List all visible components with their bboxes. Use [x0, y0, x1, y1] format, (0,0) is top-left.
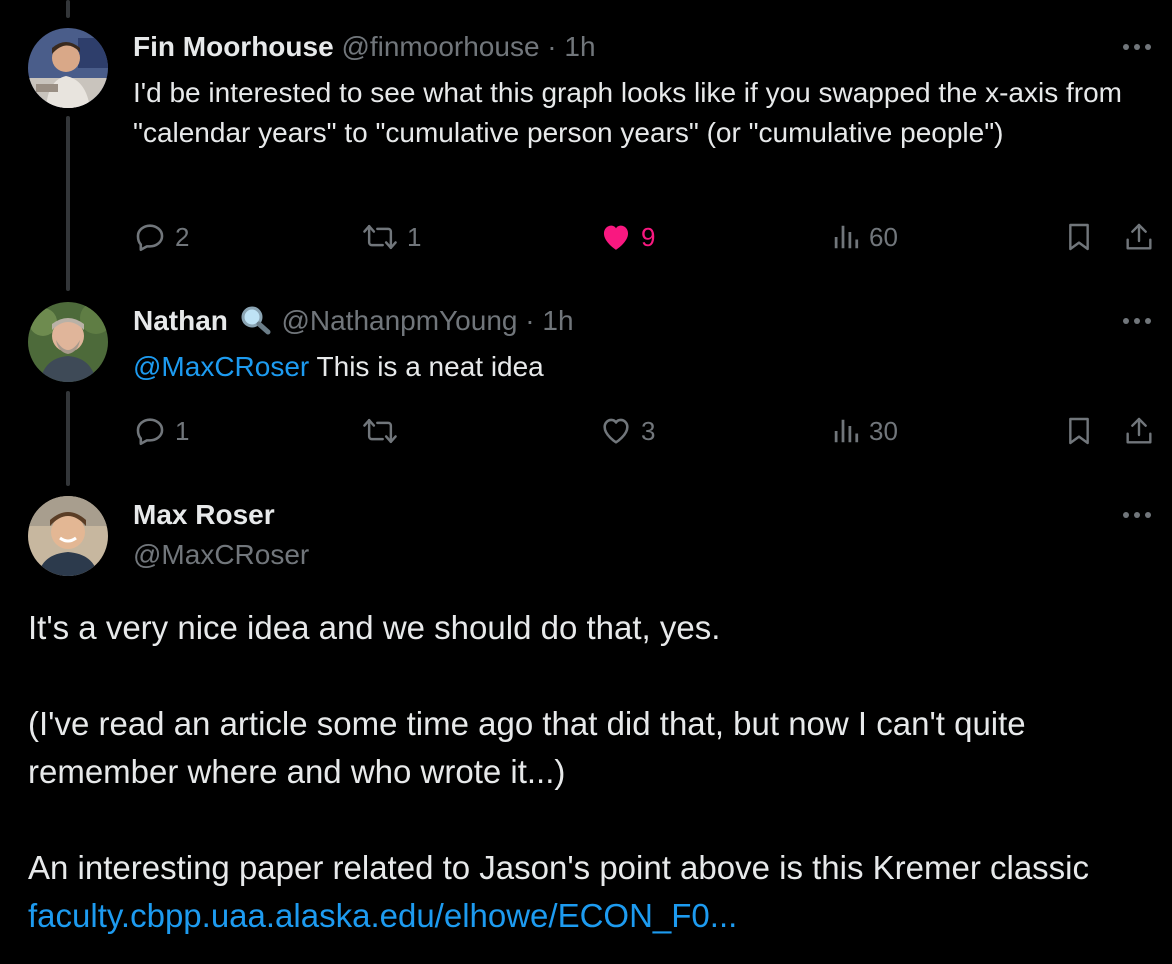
views-icon: [834, 419, 859, 443]
tweet-header: Nathan @NathanpmYoung · 1h: [133, 304, 574, 338]
author-name[interactable]: Nathan: [133, 305, 228, 336]
mention-link[interactable]: @MaxCRoser: [133, 351, 309, 382]
avatar[interactable]: [28, 28, 108, 108]
share-button[interactable]: [1123, 411, 1155, 451]
author-handle[interactable]: @MaxCRoser: [133, 539, 309, 570]
retweet-count: 1: [407, 221, 422, 252]
share-button[interactable]: [1123, 217, 1155, 257]
thread-line-top: [66, 0, 70, 18]
reply-icon: [136, 418, 164, 446]
heart-filled-icon: [603, 225, 629, 250]
timestamp[interactable]: 1h: [564, 31, 595, 62]
reply-count: 1: [175, 415, 190, 446]
more-icon: [1123, 44, 1151, 50]
magnifying-glass-icon: [241, 306, 271, 335]
like-button[interactable]: 9: [599, 217, 655, 257]
more-icon: [1123, 318, 1151, 324]
heart-icon: [603, 418, 629, 444]
tweet-text: @MaxCRoser This is a neat idea: [133, 347, 1163, 387]
retweet-button[interactable]: 1: [361, 217, 421, 257]
avatar-fin-moorhouse-icon: [28, 28, 108, 108]
bookmark-icon: [1069, 417, 1089, 445]
author-handle[interactable]: @NathanpmYoung: [281, 305, 517, 336]
thread-line-1: [66, 116, 70, 291]
avatar-max-roser-icon: [28, 496, 108, 576]
tweet-body: This is a neat idea: [316, 351, 544, 382]
reply-count: 2: [175, 221, 190, 252]
avatar-nathan-icon: [28, 302, 108, 382]
main-tweet-handle: @MaxCRoser: [133, 538, 309, 572]
author-name[interactable]: Fin Moorhouse: [133, 31, 334, 62]
retweet-icon: [363, 224, 397, 250]
views-count: 30: [869, 415, 898, 446]
views-button[interactable]: 30: [831, 411, 898, 451]
bookmark-icon: [1069, 223, 1089, 251]
bookmark-button[interactable]: [1063, 217, 1095, 257]
share-icon: [1126, 417, 1152, 444]
more-options-button[interactable]: [1120, 498, 1154, 532]
more-options-button[interactable]: [1120, 30, 1154, 64]
paragraph: (I've read an article some time ago that…: [28, 705, 1026, 790]
retweet-button[interactable]: [361, 411, 407, 451]
main-tweet-text: It's a very nice idea and we should do t…: [28, 604, 1158, 940]
separator: ·: [547, 31, 557, 62]
timestamp[interactable]: 1h: [542, 305, 573, 336]
reply-icon: [136, 224, 164, 252]
tweet-text: I'd be interested to see what this graph…: [133, 77, 1122, 148]
more-options-button[interactable]: [1120, 304, 1154, 338]
author-name[interactable]: Max Roser: [133, 499, 275, 530]
paragraph: It's a very nice idea and we should do t…: [28, 609, 721, 646]
action-bar: 2 1 9 60: [133, 217, 1163, 257]
external-link[interactable]: faculty.cbpp.uaa.alaska.edu/elhowe/ECON_…: [28, 892, 1158, 940]
share-icon: [1126, 223, 1152, 250]
bookmark-button[interactable]: [1063, 411, 1095, 451]
tweet-header: Fin Moorhouse @finmoorhouse · 1h: [133, 30, 596, 64]
separator: ·: [525, 305, 535, 336]
thread-line-2: [66, 391, 70, 486]
avatar[interactable]: [28, 302, 108, 382]
reply-button[interactable]: 2: [133, 217, 189, 257]
action-bar: 1 3 30: [133, 411, 1163, 451]
like-button[interactable]: 3: [599, 411, 655, 451]
main-tweet-name: Max Roser: [133, 498, 275, 532]
author-handle[interactable]: @finmoorhouse: [341, 31, 539, 62]
paragraph: An interesting paper related to Jason's …: [28, 849, 1090, 886]
avatar[interactable]: [28, 496, 108, 576]
like-count: 3: [641, 415, 656, 446]
views-button[interactable]: 60: [831, 217, 898, 257]
views-icon: [834, 225, 859, 249]
more-icon: [1123, 512, 1151, 518]
retweet-icon: [363, 418, 397, 444]
reply-button[interactable]: 1: [133, 411, 189, 451]
views-count: 60: [869, 221, 898, 252]
like-count: 9: [641, 221, 656, 252]
